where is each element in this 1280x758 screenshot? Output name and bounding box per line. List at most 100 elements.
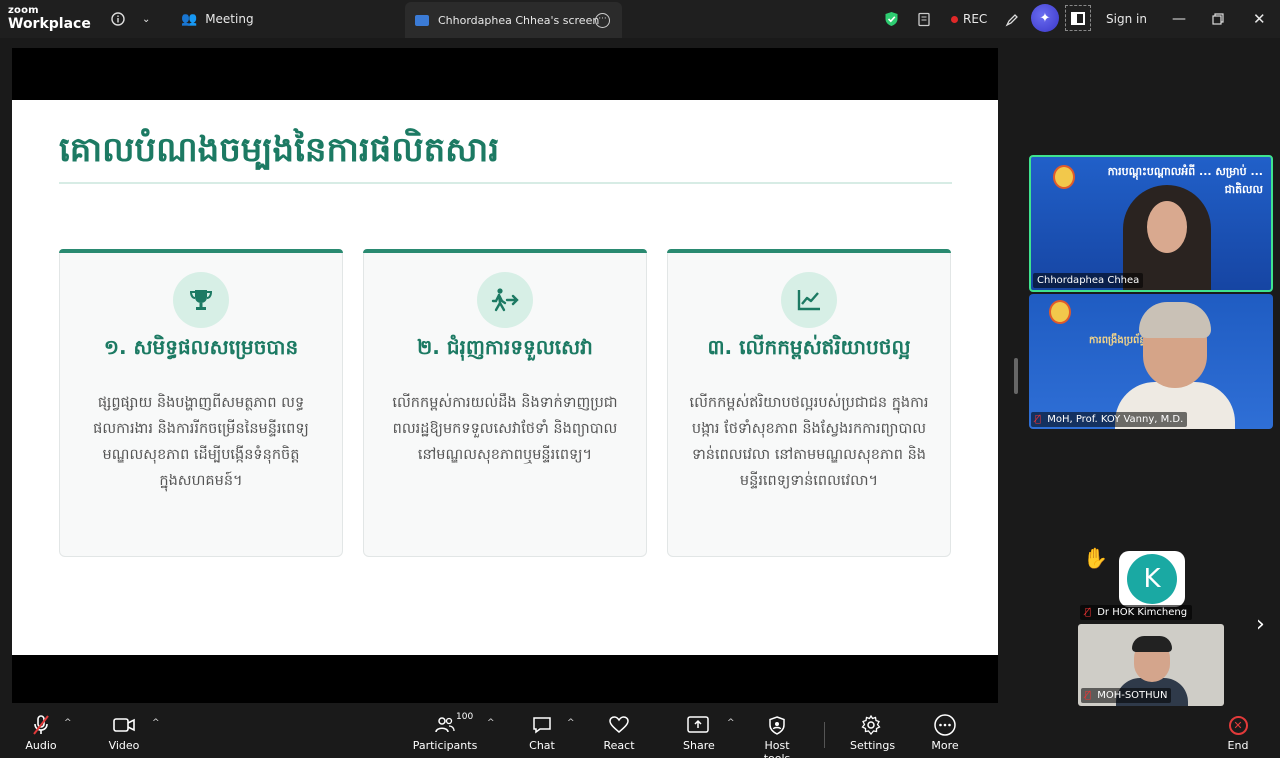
goal-card-2: ២. ជំរុញការទទួលសេវា លើកកម្ពស់ការយល់ដឹង ន…: [363, 249, 647, 557]
audio-options-chevron-icon[interactable]: ^: [64, 718, 72, 728]
more-button[interactable]: More: [930, 714, 960, 752]
pen-tool-icon[interactable]: [1005, 0, 1020, 38]
card-3-body: លើកកម្ពស់ឥរិយាបថល្អរបស់ប្រជាជន ក្នុងការប…: [689, 395, 929, 489]
host-tools-label: Host tools: [764, 739, 791, 758]
participants-options-chevron-icon[interactable]: ^: [487, 718, 495, 728]
side-panel-icon[interactable]: [1065, 5, 1091, 31]
participant-name-tag: 🎙̸ MoH, Prof. KOY Vanny, M.D.: [1031, 412, 1188, 427]
card-2-title: ២. ជំរុញការទទួលសេវា: [417, 335, 593, 359]
title-divider: [59, 182, 952, 184]
chat-icon: [528, 714, 556, 736]
logo-bottom: Workplace: [8, 16, 91, 32]
more-options-icon[interactable]: ···: [595, 12, 610, 28]
meeting-menu[interactable]: 👥 Meeting: [181, 0, 254, 38]
raised-hand-icon: ✋: [1083, 546, 1108, 570]
logo-top: zoom: [8, 5, 39, 16]
video-tile-chhordaphea[interactable]: ការបណ្តុះបណ្តាលអំពី ... សម្រាប់ ... ជាតិ…: [1029, 155, 1273, 292]
share-options-chevron-icon[interactable]: ^: [727, 718, 735, 728]
end-meeting-button[interactable]: ✕ End: [1224, 714, 1252, 752]
participant-name: Dr HOK Kimcheng: [1097, 607, 1188, 618]
trophy-icon: [173, 272, 229, 328]
audio-button[interactable]: Audio: [22, 714, 60, 752]
react-label: React: [603, 739, 635, 752]
heart-icon: [603, 714, 635, 736]
chat-label: Chat: [529, 739, 555, 752]
avatar[interactable]: K: [1119, 551, 1185, 607]
next-page-chevron-icon[interactable]: ›: [1256, 612, 1265, 637]
audio-label: Audio: [25, 739, 57, 752]
card-1-body: ផ្សព្វផ្សាយ និងបង្ហាញពីសមត្ថភាព លទ្ធផលកា…: [93, 395, 309, 489]
ministry-logo-icon: [1053, 165, 1075, 189]
notes-icon[interactable]: [917, 0, 932, 38]
goal-card-3: ៣. លើកកម្ពស់ឥរិយាបថល្អ លើកកម្ពស់ឥរិយាបថល…: [667, 249, 951, 557]
chevron-down-icon[interactable]: ⌄: [142, 0, 150, 38]
participants-label: Participants: [412, 739, 478, 752]
card-3-title: ៣. លើកកម្ពស់ឥរិយាបថល្អ: [707, 335, 911, 359]
video-tile-moh-sothun[interactable]: 🎙̸ MOH-SOTHUN: [1078, 624, 1224, 706]
sign-in-link[interactable]: Sign in: [1106, 0, 1147, 38]
people-icon: 👥: [181, 11, 198, 27]
toolbar-divider: [824, 722, 825, 748]
participants-count: 100: [456, 712, 474, 722]
shared-slide: គោលបំណងចម្បងនៃការផលិតសារ ១. សមិទ្ធផលសម្រ…: [12, 100, 998, 655]
mic-muted-icon: 🎙̸: [1085, 690, 1092, 701]
close-icon[interactable]: ✕: [1253, 0, 1266, 38]
settings-button[interactable]: Settings: [850, 714, 896, 752]
shield-icon: [750, 714, 804, 736]
avatar-initial: K: [1127, 554, 1177, 604]
mic-muted-icon: 🎙̸: [1085, 607, 1092, 618]
shield-icon[interactable]: [884, 0, 899, 38]
gear-icon: [850, 714, 892, 736]
camera-icon: [106, 714, 142, 736]
rec-label: REC: [963, 12, 988, 26]
share-button[interactable]: Share: [683, 714, 715, 752]
participant-name-tag: 🎙̸ MOH-SOTHUN: [1081, 688, 1172, 703]
walking-person-icon: [477, 272, 533, 328]
top-bar: zoom Workplace ⌄ 👥 Meeting Chhordaphea C…: [0, 0, 1280, 38]
card-1-title: ១. សមិទ្ធផលសម្រេចបាន: [103, 335, 299, 359]
shared-screen-top-bar: [12, 48, 998, 100]
video-button[interactable]: Video: [106, 714, 142, 752]
recording-indicator[interactable]: REC: [951, 0, 987, 38]
end-call-icon: ✕: [1228, 715, 1248, 735]
participant-name: MoH, Prof. KOY Vanny, M.D.: [1047, 414, 1184, 425]
chat-options-chevron-icon[interactable]: ^: [567, 718, 575, 728]
video-label: Video: [108, 739, 140, 752]
share-label: Share: [683, 739, 715, 752]
slide-title: គោលបំណងចម្បងនៃការផលិតសារ: [59, 130, 500, 170]
share-screen-icon: [683, 714, 713, 736]
meeting-label: Meeting: [205, 12, 254, 26]
chat-button[interactable]: Chat: [528, 714, 556, 752]
video-tile-koy-vanny[interactable]: ការពង្រឹងប្រព័ន្ធ ... ជាតិ 🎙̸ MoH, Prof.…: [1029, 294, 1273, 429]
minimize-icon[interactable]: —: [1172, 0, 1186, 38]
react-button[interactable]: React: [603, 714, 635, 752]
shared-screen-bottom-bar: [12, 655, 998, 703]
meeting-controls: Audio ^ Video ^ 100 Participants ^ Chat …: [0, 706, 1280, 758]
screen-share-icon: [415, 14, 429, 26]
share-tab-label: Chhordaphea Chhea's screen: [438, 13, 600, 27]
panel-resize-handle[interactable]: [1014, 358, 1018, 394]
settings-label: Settings: [850, 739, 896, 752]
card-2-body: លើកកម្ពស់ការយល់ដឹង និងទាក់ទាញប្រជាពលរដ្ឋ…: [392, 395, 618, 463]
host-tools-button[interactable]: Host tools: [750, 714, 804, 758]
video-options-chevron-icon[interactable]: ^: [152, 718, 160, 728]
zoom-logo: zoom Workplace: [8, 5, 91, 32]
participant-name: MOH-SOTHUN: [1097, 690, 1168, 701]
mic-muted-icon: [22, 714, 60, 736]
ministry-logo-icon: [1049, 300, 1071, 324]
end-label: End: [1227, 739, 1249, 752]
restore-icon[interactable]: [1212, 0, 1224, 38]
line-chart-icon: [781, 272, 837, 328]
participant-name-tag: 🎙̸ Dr HOK Kimcheng: [1080, 605, 1193, 620]
participants-icon: 100: [412, 712, 478, 736]
goal-card-1: ១. សមិទ្ធផលសម្រេចបាន ផ្សព្វផ្សាយ និងបង្ហ…: [59, 249, 343, 557]
ellipsis-icon: [930, 714, 960, 736]
ai-companion-icon[interactable]: ✦: [1031, 4, 1059, 32]
rec-dot-icon: [951, 15, 958, 23]
zoom-meeting-window: zoom Workplace ⌄ 👥 Meeting Chhordaphea C…: [0, 0, 1280, 758]
info-icon[interactable]: [111, 0, 125, 38]
more-label: More: [931, 739, 959, 752]
screen-share-tab[interactable]: Chhordaphea Chhea's screen ···: [405, 2, 622, 38]
participants-button[interactable]: 100 Participants: [412, 712, 478, 752]
mic-muted-icon: 🎙̸: [1035, 414, 1042, 425]
